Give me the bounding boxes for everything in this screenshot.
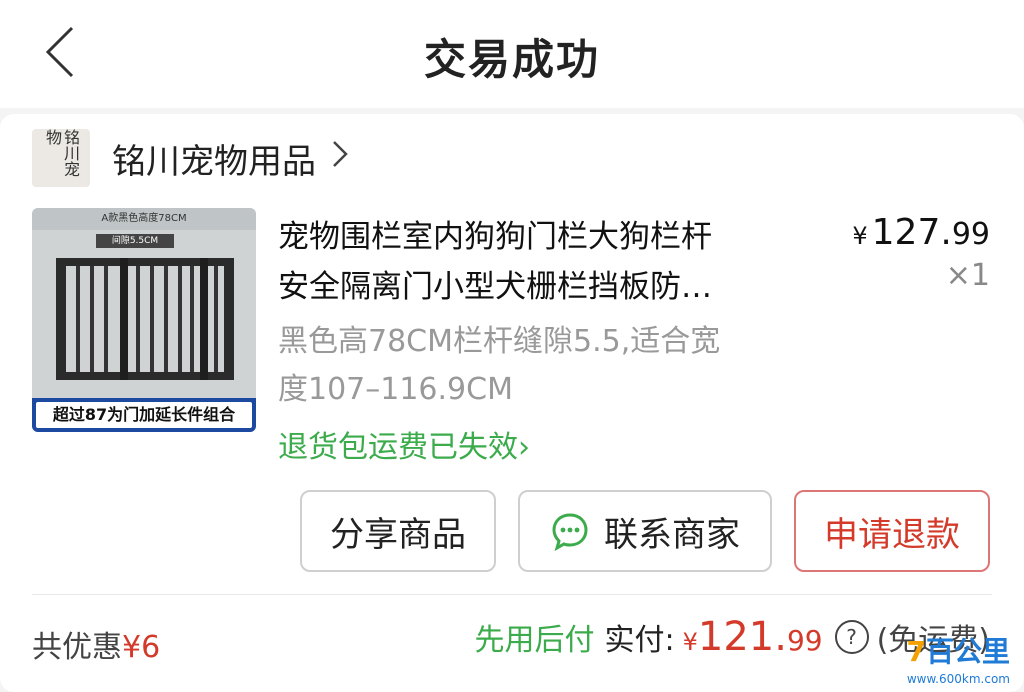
return-shipping-link[interactable]: 退货包运费已失效› — [278, 422, 530, 466]
paid-label: 实付: — [604, 623, 675, 658]
product-spec: 黑色高78CM栏杆缝隙5.5,适合宽 度107–116.9CM — [278, 324, 721, 407]
chevron-right-icon: › — [518, 430, 530, 465]
request-refund-button[interactable]: 申请退款 — [794, 490, 990, 572]
pay-later-badge: 先用后付 — [474, 623, 595, 658]
unit-price: ¥127.99 — [852, 212, 990, 253]
product-image[interactable]: A款黑色高度78CM 间隙5.5CM 超过87为门加延长件组合 — [32, 208, 256, 432]
discount-summary: 共优惠¥6 — [32, 630, 161, 665]
product-title[interactable]: 宠物围栏室内狗狗门栏大狗栏杆 安全隔离门小型犬栅栏挡板防… — [278, 212, 828, 312]
chevron-right-icon — [332, 140, 348, 176]
watermark-url: www.600km.com — [906, 672, 1010, 686]
shop-link[interactable]: 铭川宠物 铭川宠物用品 — [32, 126, 348, 190]
help-icon[interactable]: ? — [834, 620, 869, 654]
page-title: 交易成功 — [423, 35, 600, 84]
pet-gate-illustration — [56, 258, 234, 380]
order-card: 铭川宠物 铭川宠物用品 A款黑色高度78CM 间隙5.5CM 超过87为门加延长… — [0, 114, 1024, 692]
share-product-button[interactable]: 分享商品 — [300, 490, 496, 572]
top-nav-bar: 交易成功 — [0, 0, 1024, 108]
shop-name: 铭川宠物用品 — [112, 141, 316, 182]
product-image-tag: 间隙5.5CM — [96, 234, 174, 248]
contact-seller-button[interactable]: 联系商家 — [518, 490, 772, 572]
paid-amount: 121. — [697, 614, 787, 660]
shop-logo: 铭川宠物 — [32, 129, 90, 187]
product-image-banner: 超过87为门加延长件组合 — [32, 398, 256, 432]
quantity: ×1 — [945, 258, 990, 293]
watermark: 7百公里 www.600km.com — [896, 630, 1016, 686]
divider — [32, 594, 992, 595]
product-image-caption: A款黑色高度78CM — [32, 208, 256, 230]
watermark-logo: 7百公里 — [906, 635, 1011, 668]
chat-icon — [552, 513, 588, 551]
